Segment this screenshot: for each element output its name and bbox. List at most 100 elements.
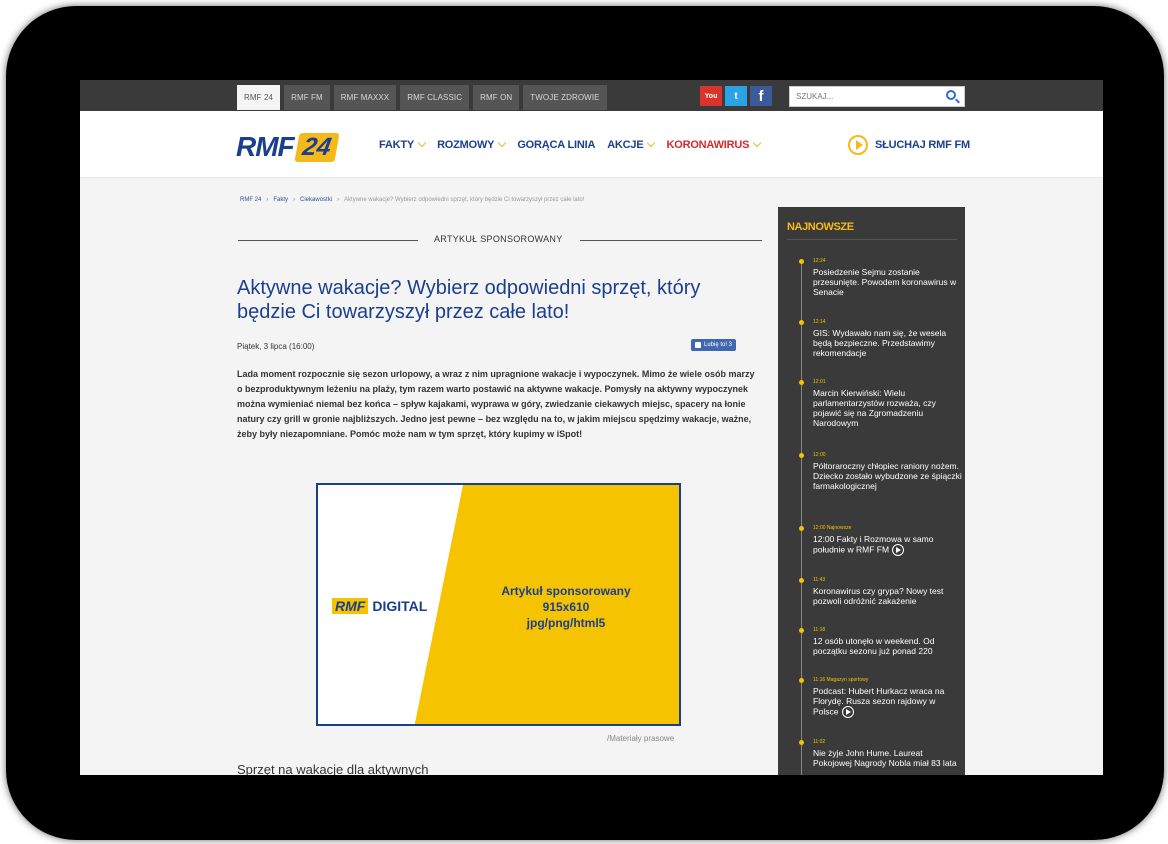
timeline-dot — [799, 678, 804, 683]
device-frame: RMF 24 RMF FM RMF MAXXX RMF CLASSIC RMF … — [0, 0, 1168, 844]
news-time: 12:24 — [813, 258, 826, 264]
play-icon[interactable] — [841, 706, 854, 718]
news-title-text: Podcast: Hubert Hurkacz wraca na Florydę… — [813, 686, 945, 717]
rmf24-logo[interactable]: RMF 24 — [236, 131, 340, 163]
tab-rmf-on[interactable]: RMF ON — [473, 85, 520, 110]
banner-line-2: 915x610 — [542, 600, 590, 614]
news-time: 11:02 — [813, 739, 826, 745]
news-time: 12:00 — [813, 452, 826, 458]
timeline-line — [801, 260, 802, 775]
sponsored-label: ARTYKUŁ SPONSOROWANY — [434, 234, 563, 244]
timeline-dot — [799, 380, 804, 385]
play-icon[interactable] — [892, 544, 905, 556]
chevron-down-icon — [417, 138, 427, 148]
sponsored-banner-image: RMF DIGITAL Artykuł sponsorowany 915x610… — [316, 483, 681, 726]
banner-logo-digital: DIGITAL — [372, 598, 428, 614]
news-title[interactable]: Nie żyje John Hume. Laureat Pokojowej Na… — [813, 748, 963, 768]
banner-line-1: Artykuł sponsorowany — [501, 584, 631, 598]
facebook-icon[interactable]: f — [750, 86, 772, 106]
nav-akcje-label: AKCJE — [607, 139, 644, 151]
social-links: You t f — [700, 86, 772, 106]
search-input[interactable] — [790, 87, 940, 106]
rmf-digital-logo: RMF DIGITAL — [332, 598, 427, 614]
chevron-down-icon — [647, 138, 656, 148]
nav-fakty[interactable]: FAKTY — [379, 138, 427, 151]
nav-goraca-linia[interactable]: GORĄCA LINIA — [517, 139, 595, 151]
chevron-down-icon — [498, 138, 507, 148]
nav-koronawirus[interactable]: KORONAWIRUS — [666, 138, 762, 151]
news-time: 12:00 Najnowsze — [813, 525, 852, 531]
breadcrumb-ciekawostki[interactable]: Ciekawostki — [300, 197, 332, 203]
news-title[interactable]: Marcin Kierwiński: Wielu parlamentarzyst… — [813, 388, 963, 428]
article-lead: Lada moment rozpocznie się sezon urlopow… — [237, 369, 755, 439]
search-icon[interactable] — [946, 90, 956, 100]
breadcrumb-separator-icon: › — [293, 197, 296, 203]
divider-line-left — [238, 240, 418, 241]
timeline-dot — [799, 740, 804, 745]
site-header: RMF 24 FAKTY ROZMOWY GORĄCA LINIA AKCJE … — [80, 111, 1103, 178]
listen-rmf-fm-button[interactable]: SŁUCHAJ RMF FM — [848, 135, 970, 155]
network-topbar: RMF 24 RMF FM RMF MAXXX RMF CLASSIC RMF … — [80, 80, 1103, 111]
news-title[interactable]: Koronawirus czy grypa? Nowy test pozwoli… — [813, 586, 963, 606]
article-date: Piątek, 3 lipca (16:00) — [237, 342, 315, 351]
nav-goraca-linia-label: GORĄCA LINIA — [517, 139, 596, 151]
news-title[interactable]: Podcast: Hubert Hurkacz wraca na Florydę… — [813, 686, 963, 718]
news-time: 12:01 — [813, 379, 826, 385]
play-icon — [848, 135, 868, 155]
nav-rozmowy-label: ROZMOWY — [437, 139, 495, 151]
nav-koronawirus-label: KORONAWIRUS — [666, 139, 750, 151]
timeline-dot — [799, 259, 804, 264]
breadcrumb-fakty[interactable]: Fakty — [273, 197, 288, 203]
banner-line-3: jpg/png/html5 — [526, 616, 606, 630]
news-time: 12:14 — [813, 319, 826, 325]
logo-24-badge: 24 — [294, 132, 340, 162]
tab-rmf-classic[interactable]: RMF CLASSIC — [400, 85, 470, 110]
news-title[interactable]: Półtoraroczny chłopiec raniony nożem. Dz… — [813, 461, 963, 491]
nav-rozmowy[interactable]: ROZMOWY — [437, 138, 507, 151]
news-title[interactable]: Posiedzenie Sejmu zostanie przesunięte. … — [813, 267, 963, 297]
search-box — [789, 86, 965, 107]
sponsored-divider: ARTYKUŁ SPONSOROWANY — [238, 233, 762, 247]
browser-viewport: RMF 24 RMF FM RMF MAXXX RMF CLASSIC RMF … — [80, 80, 1103, 775]
nav-fakty-label: FAKTY — [379, 139, 415, 151]
news-title[interactable]: 12 osób utonęło w weekend. Od początku s… — [813, 636, 963, 656]
breadcrumb-home[interactable]: RMF 24 — [240, 197, 261, 203]
banner-text: Artykuł sponsorowany 915x610 jpg/png/htm… — [481, 583, 651, 631]
thumbs-up-icon — [695, 342, 701, 348]
timeline-dot — [799, 320, 804, 325]
news-time: 11:18 — [813, 627, 826, 633]
like-label: Lubię to! 3 — [704, 342, 733, 348]
tab-rmf-fm[interactable]: RMF FM — [284, 85, 330, 110]
logo-rmf-text: RMF — [236, 131, 295, 162]
sidebar-title-divider — [787, 239, 957, 240]
breadcrumb-separator-icon: › — [337, 197, 340, 203]
news-title[interactable]: GIS: Wydawało nam się, że wesela będą be… — [813, 328, 963, 358]
facebook-like-button[interactable]: Lubię to! 3 — [691, 339, 737, 351]
twitter-icon[interactable]: t — [725, 86, 747, 106]
tab-rmf24[interactable]: RMF 24 — [237, 85, 281, 110]
banner-logo-rmf: RMF — [332, 598, 369, 614]
chevron-down-icon — [752, 138, 762, 148]
news-time: 11:43 — [813, 577, 826, 583]
article-title: Aktywne wakacje? Wybierz odpowiedni sprz… — [237, 277, 701, 323]
breadcrumb-current: Aktywne wakacje? Wybierz odpowiedni sprz… — [344, 197, 585, 203]
youtube-icon[interactable]: You — [700, 86, 722, 106]
latest-news-sidebar: NAJNOWSZE 12:24 Posiedzenie Sejmu zostan… — [778, 207, 965, 775]
tab-rmf-maxxx[interactable]: RMF MAXXX — [333, 85, 397, 110]
article-subheading: Sprzęt na wakacje dla aktywnych — [237, 762, 429, 775]
timeline-dot — [799, 526, 804, 531]
news-time: 11:16 Magazyn sportowy — [813, 677, 869, 683]
tab-twoje-zdrowie[interactable]: TWOJE ZDROWIE — [523, 85, 607, 110]
nav-akcje[interactable]: AKCJE — [607, 138, 656, 151]
image-caption: /Materiały prasowe — [607, 734, 675, 743]
news-title[interactable]: 12:00 Fakty i Rozmowa w samo południe w … — [813, 534, 963, 556]
news-title-text: 12:00 Fakty i Rozmowa w samo południe w … — [813, 534, 934, 555]
timeline-dot — [799, 578, 804, 583]
listen-label: SŁUCHAJ RMF FM — [875, 139, 970, 151]
network-tabs: RMF 24 RMF FM RMF MAXXX RMF CLASSIC RMF … — [237, 85, 607, 110]
breadcrumb-separator-icon: › — [266, 197, 269, 203]
main-nav: FAKTY ROZMOWY GORĄCA LINIA AKCJE KORONAW… — [379, 138, 762, 151]
breadcrumb: RMF 24 › Fakty › Ciekawostki › Aktywne w… — [240, 197, 584, 203]
timeline-dot — [799, 453, 804, 458]
sidebar-title: NAJNOWSZE — [787, 221, 854, 233]
